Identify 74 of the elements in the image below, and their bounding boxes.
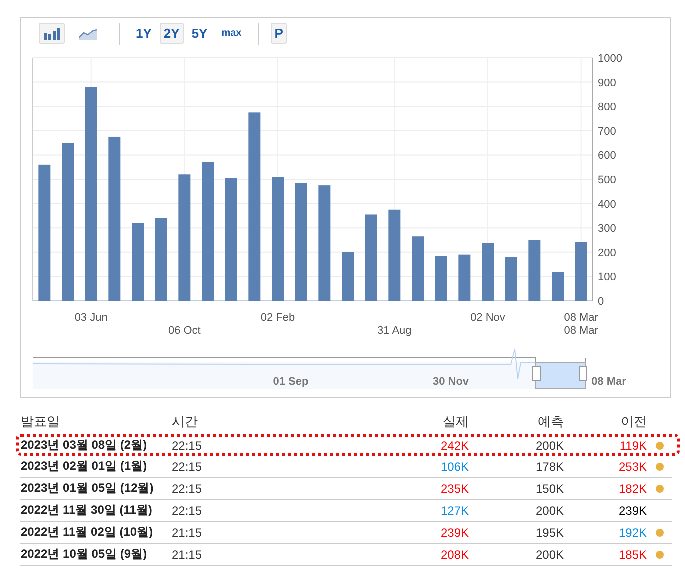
table-cell-text: 200K bbox=[534, 548, 564, 562]
table-cell-text: 2022년 10월 05일 (9월) bbox=[21, 546, 148, 563]
bar-chart-button[interactable] bbox=[39, 23, 65, 44]
table-cell-text: 182K bbox=[618, 482, 647, 496]
axis-label: 31 Aug bbox=[378, 325, 412, 337]
column-header: 발표일 bbox=[21, 413, 61, 431]
axis-label: 08 Mar bbox=[564, 325, 598, 337]
axis-label: 1000 bbox=[598, 53, 622, 65]
axis-label: 03 Jun bbox=[74, 312, 108, 324]
axis-label: 06 Oct bbox=[168, 325, 201, 337]
table-cell-text: 22:15 bbox=[172, 460, 204, 474]
table-cell-text: 106K bbox=[440, 460, 469, 474]
bar bbox=[342, 252, 354, 301]
table-cell-text: 178K bbox=[534, 460, 564, 474]
table-cell-text: 2023년 01월 05일 (12월) bbox=[21, 480, 155, 497]
column-header: 예측 bbox=[537, 413, 564, 431]
bar-chart-icon bbox=[43, 28, 61, 40]
bar bbox=[505, 257, 518, 301]
axis-label: 02 Nov bbox=[470, 312, 506, 324]
table-cell-text: 22:15 bbox=[172, 504, 204, 518]
table-cell-text: 22:15 bbox=[172, 482, 204, 496]
axis-label: 600 bbox=[598, 150, 616, 162]
range-button[interactable]: 5Y bbox=[188, 23, 212, 44]
navigator[interactable] bbox=[32, 348, 588, 390]
axis-label: 30 Nov bbox=[432, 376, 470, 388]
bar bbox=[552, 272, 564, 301]
table-cell-text: 239K bbox=[440, 526, 469, 540]
axis-label: 400 bbox=[598, 198, 616, 211]
print-button[interactable]: P bbox=[270, 23, 288, 44]
bar bbox=[435, 256, 448, 301]
table-cell-text: 200K bbox=[534, 504, 564, 518]
table-cell-text: 119K bbox=[618, 438, 647, 452]
table-cell-text: 21:15 bbox=[172, 526, 204, 540]
bar bbox=[575, 242, 588, 301]
bar bbox=[482, 243, 494, 301]
table-cell-text: 208K bbox=[440, 548, 469, 562]
bar bbox=[458, 254, 471, 301]
column-header: 이전 bbox=[620, 413, 647, 431]
axis-label: 200 bbox=[598, 247, 616, 260]
axis-label: 500 bbox=[598, 174, 616, 186]
bar bbox=[412, 236, 424, 301]
column-header: 시간 bbox=[172, 413, 199, 431]
axis-label: 800 bbox=[598, 102, 616, 114]
table-cell-text: 2023년 03월 08일 (2월) bbox=[21, 437, 148, 454]
table-cell-text: 21:15 bbox=[172, 548, 204, 562]
table-cell-text: 150K bbox=[534, 482, 564, 496]
table-cell-text: 2023년 02월 01일 (1월) bbox=[21, 458, 148, 475]
range-button[interactable]: 2Y bbox=[160, 23, 184, 44]
axis-label: 08 Mar bbox=[592, 376, 626, 388]
table-cell-text: 2022년 11월 02일 (10월) bbox=[21, 524, 154, 541]
table-cell-text: 2022년 11월 30일 (11월) bbox=[21, 502, 154, 519]
range-button[interactable]: 1Y bbox=[132, 23, 156, 44]
table-cell-text: 195K bbox=[534, 526, 564, 540]
axis-label: 02 Feb bbox=[260, 312, 296, 324]
bar bbox=[528, 240, 541, 301]
axis-label: 100 bbox=[598, 272, 616, 284]
table-cell-text: 235K bbox=[440, 482, 469, 496]
area-chart-icon bbox=[79, 28, 97, 40]
axis-label: 900 bbox=[598, 77, 616, 90]
column-header: 실제 bbox=[442, 413, 469, 431]
table-cell-text: 242K bbox=[440, 438, 469, 452]
table-cell-text: 239K bbox=[618, 504, 647, 518]
table-cell-text: 127K bbox=[440, 504, 469, 518]
axis-label: 300 bbox=[598, 223, 616, 236]
axis-label: 08 Mar bbox=[564, 312, 598, 324]
range-button[interactable]: max bbox=[218, 23, 246, 44]
table-cell-text: 253K bbox=[618, 460, 647, 474]
table-cell-text: 22:15 bbox=[172, 438, 204, 452]
axis-label: 0 bbox=[598, 296, 604, 308]
axis-label: 01 Sep bbox=[273, 376, 309, 388]
table-cell-text: 185K bbox=[618, 548, 647, 562]
table-cell-text: 192K bbox=[618, 526, 647, 540]
axis-label: 700 bbox=[598, 126, 616, 138]
table-cell-text: 200K bbox=[534, 438, 564, 452]
